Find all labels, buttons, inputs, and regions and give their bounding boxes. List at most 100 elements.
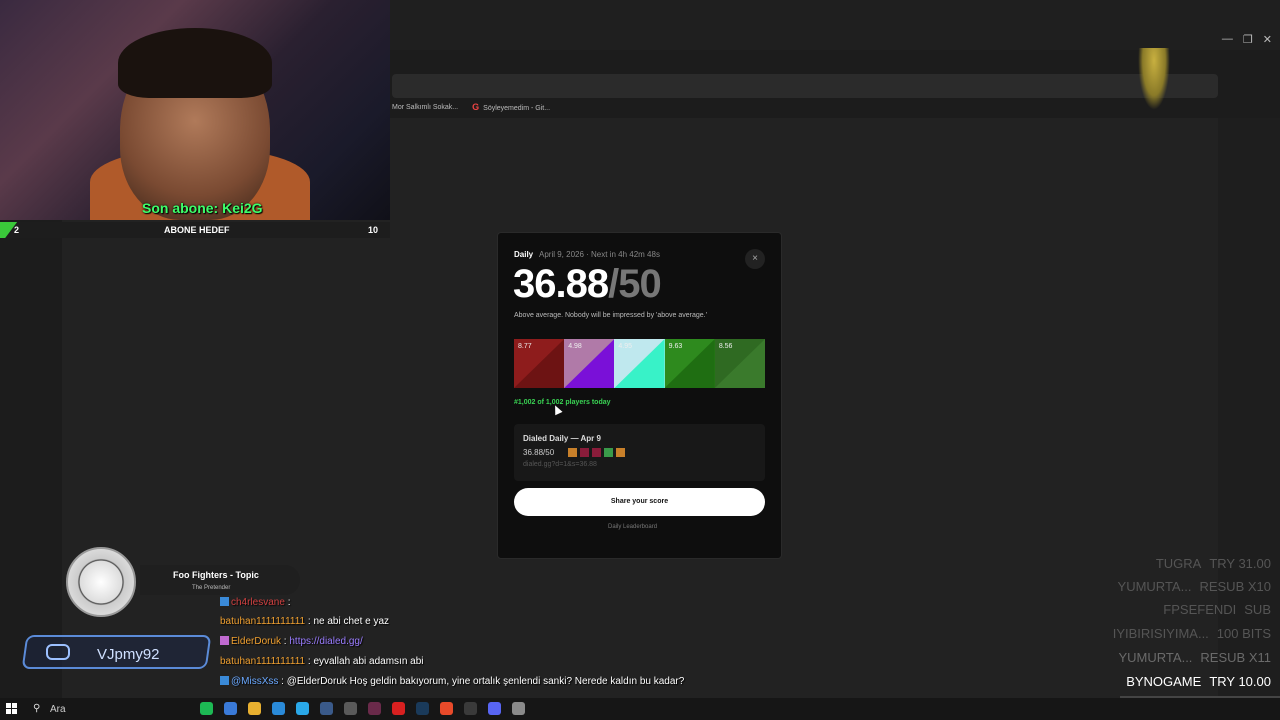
leaderboard-link[interactable]: Daily Leaderboard <box>608 524 657 530</box>
streamer-hair <box>118 28 272 98</box>
result-square <box>592 448 601 457</box>
discord-username: VJpmy92 <box>97 646 160 663</box>
store-icon[interactable] <box>272 702 285 715</box>
donation-name: FPSEFENDI <box>1163 602 1237 617</box>
discord-icon <box>46 644 70 660</box>
chat-username[interactable]: ch4rlesvane <box>231 597 285 608</box>
sub-goal-target: 10 <box>368 225 379 235</box>
taskbar <box>0 698 1280 720</box>
chat-badge-icon <box>220 636 229 645</box>
share-score-button[interactable]: Share your score <box>514 488 765 516</box>
app-icon[interactable] <box>296 702 309 715</box>
score-max: /50 <box>608 262 662 306</box>
chat-message: ch4rlesvane : <box>220 597 290 608</box>
chat-text: eyvallah abi adamsın abi <box>313 656 424 667</box>
bookmark-item[interactable]: G Söyleyemedim - Git... <box>472 102 550 112</box>
bookmarks-bar: Mor Salkımlı Sokak... G Söyleyemedim - Gi… <box>392 100 550 114</box>
taskbar-apps <box>200 702 525 715</box>
donation-name: YUMURTA... <box>1117 579 1192 594</box>
maximize-icon[interactable]: ❐ <box>1243 33 1253 46</box>
close-icon[interactable]: ✕ <box>1263 33 1272 46</box>
chat-username[interactable]: @MissXss <box>231 676 278 687</box>
color-tile-value: 4.98 <box>568 343 582 350</box>
rank-text: #1,002 of 1,002 players today <box>514 399 611 406</box>
donation-name: BYNOGAME <box>1126 674 1202 689</box>
color-tile: 4.95 <box>614 339 665 388</box>
color-tile-value: 4.95 <box>618 343 633 350</box>
donation-value: RESUB X10 <box>1199 579 1271 594</box>
bookmark-label: Söyleyemedim - Git... <box>483 105 551 112</box>
color-tile-value: 8.77 <box>518 343 532 350</box>
chat-text: ne abi chet e yaz <box>313 616 390 627</box>
taskbar-search[interactable]: Ara <box>50 704 66 715</box>
color-tile: 9.63 <box>664 339 715 388</box>
folder-icon[interactable] <box>248 702 261 715</box>
last-sub-label: Son abone: Kei2G <box>142 200 263 216</box>
donation-row: YUMURTA... RESUB X11 <box>1119 650 1272 665</box>
sub-goal-current: 2 <box>14 225 20 235</box>
donation-row: BYNOGAME TRY 10.00 <box>1126 674 1271 689</box>
minimize-icon[interactable]: — <box>1222 33 1233 45</box>
app-icon[interactable] <box>344 702 357 715</box>
app-icon[interactable] <box>368 702 381 715</box>
discord-taskbar-icon[interactable] <box>488 702 501 715</box>
donation-value: TRY 31.00 <box>1209 556 1271 571</box>
music-title: Foo Fighters - Topic <box>173 570 259 580</box>
result-square <box>568 448 577 457</box>
share-card-url: dialed.gg?d=1&s=36.88 <box>523 461 597 468</box>
chat-username[interactable]: batuhan1111111111 <box>220 616 305 627</box>
share-card-score: 36.88/50 <box>523 448 555 457</box>
donation-name: YUMURTA... <box>1118 650 1193 665</box>
webcam-overlay <box>0 0 390 220</box>
chat-username[interactable]: batuhan1111111111 <box>220 656 305 667</box>
result-square <box>604 448 613 457</box>
chat-message: @MissXss : @ElderDoruk Hoş geldin bakıyo… <box>220 676 684 687</box>
donation-value: TRY 10.00 <box>1209 674 1271 689</box>
vinyl-disc-icon <box>66 547 136 617</box>
chat-username[interactable]: ElderDoruk <box>231 636 281 647</box>
windows-start-icon[interactable] <box>6 703 17 714</box>
steam-icon[interactable] <box>416 702 429 715</box>
app-icon[interactable] <box>320 702 333 715</box>
result-square <box>616 448 625 457</box>
search-icon[interactable]: ⚲ <box>33 703 40 714</box>
spotify-icon[interactable] <box>200 702 213 715</box>
donation-row: IYIBIRISIYIMA... 100 BITS <box>1113 626 1271 641</box>
modal-date-line: April 9, 2026 · Next in 4h 42m 48s <box>539 250 660 259</box>
modal-score: 36.88/50 <box>513 262 662 307</box>
chat-separator: : <box>278 676 287 687</box>
color-tile: 4.98 <box>564 339 615 388</box>
donation-row: TUGRA TRY 31.00 <box>1156 556 1271 571</box>
chat-separator: : <box>284 597 291 608</box>
color-tiles: 8.77 4.98 4.95 9.63 8.56 <box>514 339 766 388</box>
desktop-pet-icon <box>1138 48 1170 110</box>
sub-goal-title: ABONE HEDEF <box>164 225 230 235</box>
share-card-squares <box>568 448 625 457</box>
opera-icon[interactable] <box>392 702 405 715</box>
chat-message: ElderDoruk : https://dialed.gg/ <box>220 636 363 647</box>
donation-value: SUB <box>1244 602 1271 617</box>
donation-row: YUMURTA... RESUB X10 <box>1118 579 1271 594</box>
address-bar[interactable] <box>392 74 1218 98</box>
edge-icon[interactable] <box>224 702 237 715</box>
modal-brand: Daily <box>514 250 534 259</box>
donation-name: IYIBIRISIYIMA... <box>1112 626 1209 641</box>
chat-badge-icon <box>220 676 229 685</box>
modal-description: Above average. Nobody will be impressed … <box>514 312 707 319</box>
donation-value: RESUB X11 <box>1200 650 1271 665</box>
modal-close-button[interactable]: × <box>745 249 765 269</box>
color-tile-value: 9.63 <box>668 343 683 350</box>
chat-message: batuhan1111111111 : ne abi chet e yaz <box>220 616 389 627</box>
score-value: 36.88 <box>513 262 609 306</box>
bookmark-item[interactable]: Mor Salkımlı Sokak... <box>392 104 458 111</box>
color-tile: 8.56 <box>714 339 766 388</box>
donation-name: TUGRA <box>1155 556 1202 571</box>
color-tile: 8.77 <box>514 339 565 388</box>
chat-text[interactable]: https://dialed.gg/ <box>289 636 362 647</box>
app-icon[interactable] <box>512 702 525 715</box>
music-subtitle: The Pretender <box>192 585 231 591</box>
chat-text: @ElderDoruk Hoş geldin bakıyorum, yine o… <box>286 676 685 687</box>
chrome-icon[interactable] <box>440 702 453 715</box>
share-card-title: Dialed Daily — Apr 9 <box>523 434 601 443</box>
app-icon[interactable] <box>464 702 477 715</box>
